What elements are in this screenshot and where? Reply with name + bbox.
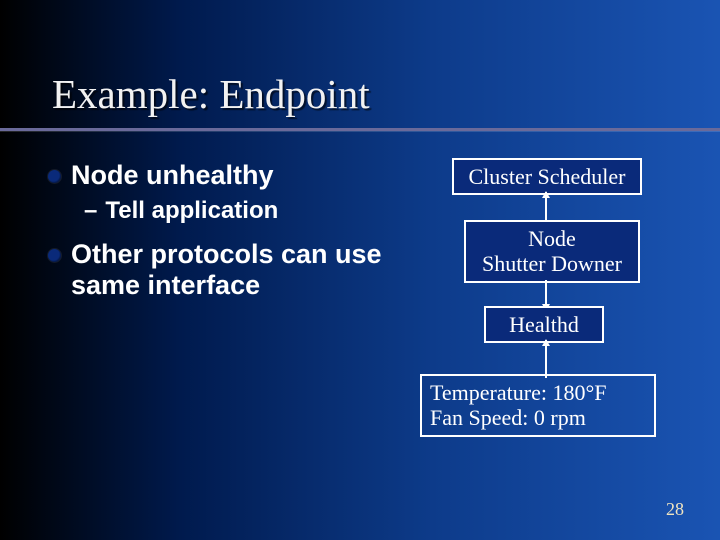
bullet-1-sub-text: Tell application bbox=[105, 197, 278, 225]
body-text: Node unhealthy – Tell application Other … bbox=[48, 160, 388, 307]
bullet-dot-icon bbox=[48, 170, 61, 183]
box2-line2: Shutter Downer bbox=[472, 251, 632, 276]
bullet-dot-icon bbox=[48, 249, 61, 262]
slide-title: Example: Endpoint bbox=[52, 70, 370, 118]
temperature-line: Temperature: 180°F bbox=[430, 380, 646, 405]
box-node-shutter-downer: Node Shutter Downer bbox=[464, 220, 640, 283]
bullet-2-text: Other protocols can use same interface bbox=[71, 239, 388, 301]
arrow-up-icon bbox=[545, 340, 547, 378]
box-healthd: Healthd bbox=[484, 306, 604, 343]
bullet-1-text: Node unhealthy bbox=[71, 160, 274, 191]
box2-line1: Node bbox=[472, 226, 632, 251]
box-cluster-scheduler: Cluster Scheduler bbox=[452, 158, 642, 195]
title-underline bbox=[0, 128, 720, 131]
box-sensor-readings: Temperature: 180°F Fan Speed: 0 rpm bbox=[420, 374, 656, 437]
bullet-2: Other protocols can use same interface bbox=[48, 239, 388, 301]
page-number: 28 bbox=[666, 499, 684, 520]
dash-icon: – bbox=[84, 197, 97, 225]
slide: Example: Endpoint Node unhealthy – Tell … bbox=[0, 0, 720, 540]
bullet-1-sub: – Tell application bbox=[84, 197, 388, 225]
bullet-1: Node unhealthy bbox=[48, 160, 388, 191]
fan-speed-line: Fan Speed: 0 rpm bbox=[430, 405, 646, 430]
